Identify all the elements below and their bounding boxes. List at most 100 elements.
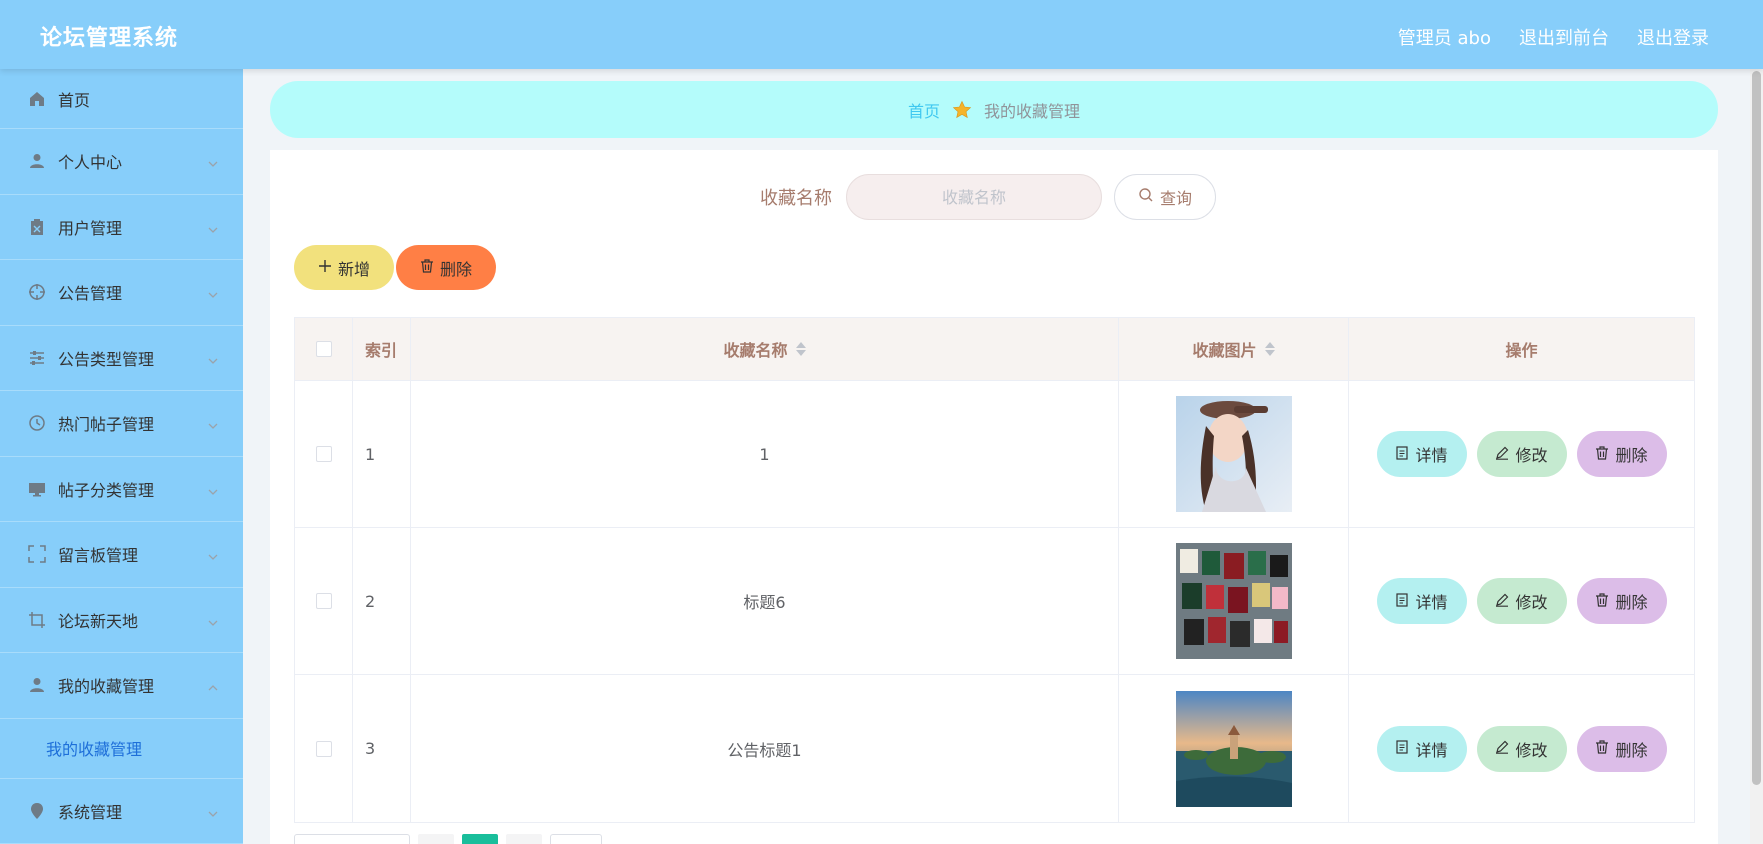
sidebar-item-label: 帖子分类管理 xyxy=(58,480,155,500)
sidebar-item-label: 系统管理 xyxy=(58,802,123,822)
pagination xyxy=(294,834,602,844)
trash-icon xyxy=(1595,445,1609,464)
chevron-down-icon xyxy=(207,155,219,168)
sidebar-item-notices[interactable]: 公告管理 xyxy=(0,260,243,326)
header-image-label: 收藏图片 xyxy=(1192,341,1257,360)
table-header-row: 索引 收藏名称 收藏图片 操作 xyxy=(295,318,1694,381)
query-button-label: 查询 xyxy=(1159,189,1192,208)
sidebar-item-home[interactable]: 首页 xyxy=(0,69,243,129)
table-row: 1 1 详情 修改 删除 xyxy=(295,381,1694,528)
detail-button[interactable]: 详情 xyxy=(1376,431,1467,477)
chevron-down-icon xyxy=(207,417,219,430)
exit-to-front-link[interactable]: 退出到前台 xyxy=(1519,24,1609,50)
pencil-icon xyxy=(1495,739,1509,758)
sidebar-item-profile[interactable]: 个人中心 xyxy=(0,129,243,195)
row-operations: 详情 修改 删除 xyxy=(1349,675,1694,822)
chevron-down-icon xyxy=(207,548,219,561)
edit-button[interactable]: 修改 xyxy=(1476,431,1567,477)
monitor-icon xyxy=(28,480,46,498)
batch-delete-button[interactable]: 删除 xyxy=(396,245,496,290)
header-index: 索引 xyxy=(353,318,411,380)
header-name[interactable]: 收藏名称 xyxy=(411,318,1119,380)
chevron-down-icon xyxy=(207,352,219,364)
add-button[interactable]: 新增 xyxy=(294,245,394,290)
detail-button[interactable]: 详情 xyxy=(1376,725,1467,772)
detail-button-label: 详情 xyxy=(1415,446,1448,465)
table-row: 2 标题6 详情 修改 删除 xyxy=(295,528,1694,675)
row-name: 标题6 xyxy=(411,528,1119,674)
sidebar-item-label: 个人中心 xyxy=(58,153,123,173)
row-image-cell xyxy=(1119,381,1349,527)
next-page-button[interactable] xyxy=(506,834,542,844)
sidebar-item-hot-posts[interactable]: 热门帖子管理 xyxy=(0,391,243,457)
main-panel: 收藏名称 查询 新增 删除 索引 收藏名称 xyxy=(270,150,1718,844)
sidebar-item-label: 论坛新天地 xyxy=(58,611,139,631)
action-toolbar: 新增 删除 xyxy=(294,245,496,290)
row-check-cell xyxy=(295,381,353,527)
pencil-icon xyxy=(1495,592,1509,611)
chevron-down-icon xyxy=(207,614,219,626)
edit-button[interactable]: 修改 xyxy=(1476,725,1567,772)
sidebar: 首页 个人中心 用户管理 公告管理 公告类型管理 热门帖子管理 帖子分类管理 留… xyxy=(0,69,243,844)
search-icon xyxy=(1138,187,1154,207)
search-input[interactable] xyxy=(846,174,1102,220)
document-icon xyxy=(1395,445,1409,464)
fullscreen-icon xyxy=(28,545,46,563)
scrollbar[interactable] xyxy=(1750,69,1763,844)
pencil-icon xyxy=(1495,445,1509,464)
row-checkbox[interactable] xyxy=(315,740,332,757)
sidebar-item-forum-world[interactable]: 论坛新天地 xyxy=(0,588,243,653)
location-icon xyxy=(28,802,46,820)
logout-link[interactable]: 退出登录 xyxy=(1637,24,1709,50)
delete-button[interactable]: 删除 xyxy=(1576,725,1667,772)
breadcrumb-home[interactable]: 首页 xyxy=(908,98,940,122)
page-button-active[interactable] xyxy=(462,834,498,844)
sort-icon[interactable] xyxy=(795,342,806,356)
search-label: 收藏名称 xyxy=(760,188,832,209)
row-name: 公告标题1 xyxy=(411,675,1119,822)
sidebar-item-system[interactable]: 系统管理 xyxy=(0,779,243,844)
row-check-cell xyxy=(295,528,353,674)
add-button-label: 新增 xyxy=(337,259,370,279)
island-photo[interactable] xyxy=(1175,690,1292,807)
portrait-photo[interactable] xyxy=(1175,396,1292,512)
detail-button[interactable]: 详情 xyxy=(1376,578,1467,624)
delete-button-label: 删除 xyxy=(1615,740,1648,760)
page-size-select[interactable] xyxy=(294,834,410,844)
trash-icon xyxy=(1595,592,1609,611)
prev-page-button[interactable] xyxy=(418,834,454,844)
edit-button-label: 修改 xyxy=(1515,740,1548,760)
sidebar-item-users[interactable]: 用户管理 xyxy=(0,195,243,260)
scrollbar-thumb[interactable] xyxy=(1752,71,1761,785)
sidebar-item-label: 热门帖子管理 xyxy=(58,415,155,435)
edit-button[interactable]: 修改 xyxy=(1476,578,1567,624)
header-image[interactable]: 收藏图片 xyxy=(1119,318,1349,380)
sidebar-item-post-categories[interactable]: 帖子分类管理 xyxy=(0,457,243,522)
delete-button[interactable]: 删除 xyxy=(1576,431,1667,477)
home-icon xyxy=(28,90,46,108)
sliders-icon xyxy=(28,349,46,367)
detail-button-label: 详情 xyxy=(1415,740,1448,760)
certificates-photo[interactable] xyxy=(1175,543,1292,659)
batch-delete-label: 删除 xyxy=(439,259,472,279)
sort-icon[interactable] xyxy=(1264,342,1275,356)
query-button[interactable]: 查询 xyxy=(1114,174,1216,220)
admin-user-link[interactable]: 管理员 abo xyxy=(1398,24,1491,50)
sidebar-item-notice-types[interactable]: 公告类型管理 xyxy=(0,326,243,391)
select-all-checkbox[interactable] xyxy=(315,341,332,357)
header-operations: 操作 xyxy=(1505,341,1538,360)
row-checkbox[interactable] xyxy=(315,593,332,609)
sidebar-item-label: 公告类型管理 xyxy=(58,349,155,369)
header-nav: 管理员 abo 退出到前台 退出登录 xyxy=(1398,24,1709,50)
sidebar-item-label: 我的收藏管理 xyxy=(58,677,155,697)
row-check-cell xyxy=(295,675,353,822)
clock-icon xyxy=(28,414,46,432)
breadcrumb-current: 我的收藏管理 xyxy=(984,101,1081,121)
sidebar-subitem-favorites[interactable]: 我的收藏管理 xyxy=(0,719,243,779)
row-checkbox[interactable] xyxy=(315,446,332,462)
sidebar-item-label: 用户管理 xyxy=(58,218,123,238)
delete-button[interactable]: 删除 xyxy=(1576,578,1667,624)
sidebar-item-favorites[interactable]: 我的收藏管理 xyxy=(0,653,243,719)
goto-page-input[interactable] xyxy=(550,834,602,844)
sidebar-item-message-board[interactable]: 留言板管理 xyxy=(0,522,243,588)
